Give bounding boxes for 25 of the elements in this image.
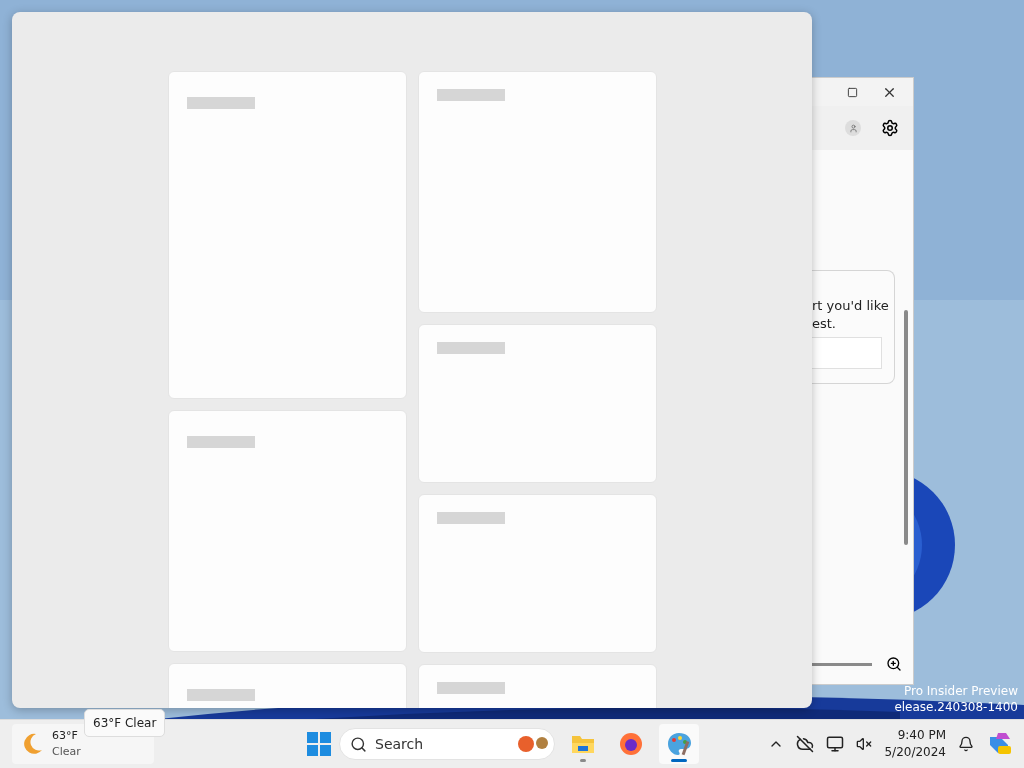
temperature-text: 63°F: [52, 728, 79, 744]
palette-icon: [666, 731, 692, 757]
notification-icon[interactable]: [958, 736, 974, 752]
windows-start-icon[interactable]: [307, 732, 331, 756]
clock[interactable]: 9:40 PM 5/20/2024: [884, 727, 946, 761]
account-avatar[interactable]: [845, 120, 861, 136]
prompt-text: est.: [812, 315, 837, 333]
tooltip: 63°F Clear: [84, 709, 166, 737]
globe-icon: [619, 732, 643, 756]
input-field[interactable]: [812, 337, 882, 369]
volume-muted-icon[interactable]: [856, 736, 873, 752]
weather-condition: Clear: [52, 744, 81, 760]
watermark-text: Pro Insider Preview: [903, 684, 1018, 698]
folder-icon: [571, 734, 595, 754]
search-field[interactable]: Search: [339, 728, 555, 760]
cloud-off-icon[interactable]: [796, 735, 815, 753]
monitor-icon[interactable]: [826, 735, 845, 753]
prompt-text: rt you'd like: [812, 297, 890, 315]
search-icon: [350, 735, 367, 753]
settings-icon[interactable]: [881, 119, 899, 137]
watermark-text: elease.240308-1400: [894, 700, 1018, 714]
taskbar-app-button[interactable]: [659, 724, 699, 764]
zoom-in-icon[interactable]: [886, 656, 902, 672]
maximize-icon[interactable]: [847, 86, 858, 98]
scrollbar-thumb[interactable]: [904, 310, 908, 545]
